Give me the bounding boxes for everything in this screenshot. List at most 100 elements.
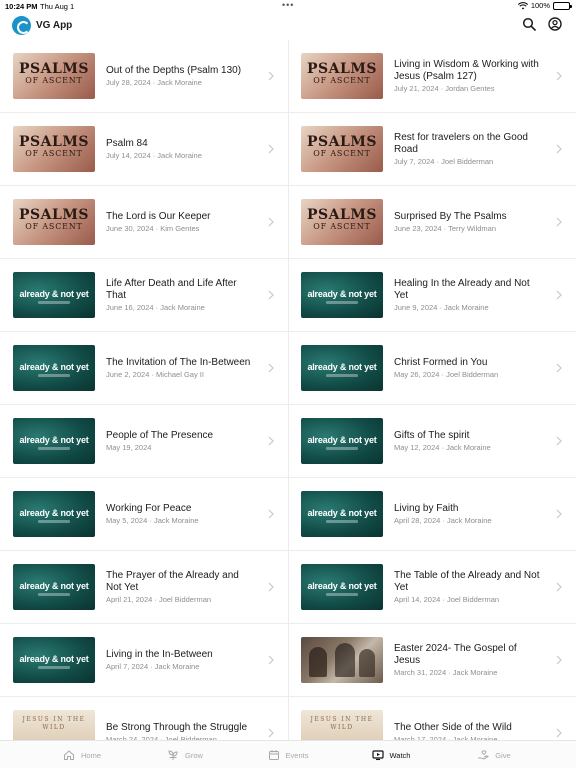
thumb-title: already & not yet xyxy=(19,581,89,591)
give-hand-icon xyxy=(478,750,490,760)
thumb-decoration xyxy=(38,593,70,596)
battery-percent: 100% xyxy=(530,1,550,10)
sermon-text: The Invitation of The In-Between June 2, … xyxy=(106,332,256,404)
sermon-card[interactable]: already & not yet Healing In the Already … xyxy=(288,259,576,332)
sermon-thumbnail: already & not yet xyxy=(301,418,383,464)
sermon-meta: April 7, 2024 · Jack Moraine xyxy=(106,661,200,671)
sermon-card[interactable]: already & not yet Working For Peace May 5,… xyxy=(0,478,288,551)
sermon-meta: June 23, 2024 · Terry Wildman xyxy=(394,223,496,233)
tab-grow[interactable]: Grow xyxy=(134,741,237,768)
tab-home[interactable]: Home xyxy=(31,741,134,768)
sermon-card[interactable]: PSALMS OF ASCENT Out of the Depths (Psalm … xyxy=(0,40,288,113)
sermon-card[interactable]: PSALMS OF ASCENT Rest for travelers on the… xyxy=(288,113,576,186)
sermon-text: The Prayer of the Already and Not Yet Apr… xyxy=(106,551,256,623)
thumb-subtitle: OF ASCENT xyxy=(313,149,371,158)
sermon-title: The Invitation of The In-Between xyxy=(106,356,251,368)
sermon-card[interactable]: JESUS IN THE WILD Be Strong Through the S… xyxy=(0,697,288,740)
search-icon[interactable] xyxy=(522,17,536,31)
multitask-dots-icon[interactable]: ••• xyxy=(282,0,294,10)
sermon-title: Psalm 84 xyxy=(106,137,148,149)
tab-watch[interactable]: Watch xyxy=(340,741,443,768)
sermon-card[interactable]: PSALMS OF ASCENT The Lord is Our Keeper Jun… xyxy=(0,186,288,259)
thumb-decoration xyxy=(326,301,358,304)
sermon-card[interactable]: already & not yet People of The Presence M… xyxy=(0,405,288,478)
sermon-text: Surprised By The Psalms June 23, 2024 · T… xyxy=(394,186,544,258)
chevron-right-icon xyxy=(268,363,274,373)
sermon-title: Easter 2024- The Gospel of Jesus xyxy=(394,642,517,666)
app-header: VG App xyxy=(0,12,576,40)
thumb-title: JESUS IN THE WILD xyxy=(310,716,374,731)
sermon-card[interactable]: already & not yet The Table of the Alread… xyxy=(288,551,576,624)
battery-icon xyxy=(553,1,572,10)
tab-label: Grow xyxy=(185,750,203,760)
sermon-meta: June 30, 2024 · Kim Gentes xyxy=(106,223,200,233)
sermon-card[interactable]: already & not yet Life After Death and Li… xyxy=(0,259,288,332)
sermon-card[interactable]: already & not yet The Invitation of The I… xyxy=(0,332,288,405)
chevron-right-icon xyxy=(268,728,274,738)
sermon-title: Life After Death and Life After That xyxy=(106,277,237,301)
thumb-title: JESUS IN THE WILD xyxy=(22,716,86,731)
sermon-text: Rest for travelers on the Good Road July … xyxy=(394,113,544,185)
chevron-right-icon xyxy=(556,436,562,446)
sermon-card[interactable]: PSALMS OF ASCENT Living in Wisdom & Workin… xyxy=(288,40,576,113)
thumb-title: already & not yet xyxy=(307,435,377,445)
sermon-title: Living by Faith xyxy=(394,502,459,514)
thumb-subtitle: OF ASCENT xyxy=(25,149,83,158)
sermon-card[interactable]: already & not yet Living by Faith April 28… xyxy=(288,478,576,551)
app-logo-icon xyxy=(12,16,31,35)
chevron-right-icon xyxy=(556,144,562,154)
thumb-subtitle: OF ASCENT xyxy=(313,222,371,231)
sermon-thumbnail: already & not yet xyxy=(13,564,95,610)
sermon-title: The Prayer of the Already and Not Yet xyxy=(106,569,239,593)
thumb-title: already & not yet xyxy=(307,362,377,372)
sermon-card[interactable]: PSALMS OF ASCENT Psalm 84 July 14, 2024 · J… xyxy=(0,113,288,186)
sermon-meta: May 5, 2024 · Jack Moraine xyxy=(106,515,199,525)
account-icon[interactable] xyxy=(548,17,562,31)
sermon-meta: May 26, 2024 · Joel Bidderman xyxy=(394,369,499,379)
watch-grid: PSALMS OF ASCENT Out of the Depths (Psalm … xyxy=(0,40,576,740)
thumb-title: PSALMS xyxy=(19,61,89,77)
tab-events[interactable]: Events xyxy=(237,741,340,768)
sermon-meta: May 12, 2024 · Jack Moraine xyxy=(394,442,491,452)
sermon-thumbnail: already & not yet xyxy=(13,272,95,318)
sermon-text: Psalm 84 July 14, 2024 · Jack Moraine xyxy=(106,113,256,185)
sermon-title: The Other Side of the Wild xyxy=(394,721,512,733)
sermon-meta: March 31, 2024 · Jack Moraine xyxy=(394,667,498,677)
sermon-text: The Table of the Already and Not Yet Apri… xyxy=(394,551,544,623)
sermon-card[interactable]: JESUS IN THE WILD The Other Side of the W… xyxy=(288,697,576,740)
sermon-text: Christ Formed in You May 26, 2024 · Joel … xyxy=(394,332,544,404)
sermon-text: Living in Wisdom & Working with Jesus (P… xyxy=(394,40,544,112)
sermon-title: The Table of the Already and Not Yet xyxy=(394,569,540,593)
sermon-title: Rest for travelers on the Good Road xyxy=(394,131,528,155)
sermon-card[interactable]: already & not yet Living in the In-Betwee… xyxy=(0,624,288,697)
sermon-thumbnail: already & not yet xyxy=(301,272,383,318)
sermon-text: Healing In the Already and Not Yet June 9… xyxy=(394,259,544,331)
sermon-title: People of The Presence xyxy=(106,429,214,441)
thumb-title: already & not yet xyxy=(307,508,377,518)
sermon-meta: June 2, 2024 · Michael Gay II xyxy=(106,369,204,379)
thumb-title: already & not yet xyxy=(307,289,377,299)
sermon-thumbnail: JESUS IN THE WILD xyxy=(301,710,383,740)
sermon-text: Gifts of The spirit May 12, 2024 · Jack M… xyxy=(394,405,544,477)
sermon-text: The Lord is Our Keeper June 30, 2024 · Ki… xyxy=(106,186,256,258)
photo-figure xyxy=(309,647,327,677)
thumb-title: already & not yet xyxy=(19,362,89,372)
chevron-right-icon xyxy=(268,290,274,300)
sermon-text: Be Strong Through the Struggle March 24, … xyxy=(106,697,256,741)
sermon-thumbnail: JESUS IN THE WILD xyxy=(13,710,95,740)
sermon-title: Christ Formed in You xyxy=(394,356,488,368)
sermon-card[interactable]: already & not yet Gifts of The spirit May … xyxy=(288,405,576,478)
thumb-decoration xyxy=(326,374,358,377)
sermon-thumbnail: already & not yet xyxy=(13,345,95,391)
wifi-icon xyxy=(517,1,528,9)
thumb-subtitle: OF ASCENT xyxy=(313,76,371,85)
sermon-thumbnail: PSALMS OF ASCENT xyxy=(13,126,95,172)
sermon-card[interactable]: PSALMS OF ASCENT Surprised By The Psalms Ju… xyxy=(288,186,576,259)
chevron-right-icon xyxy=(268,582,274,592)
sermon-card[interactable]: already & not yet The Prayer of the Alrea… xyxy=(0,551,288,624)
thumb-title: PSALMS xyxy=(307,134,377,150)
tab-label: Home xyxy=(80,750,101,760)
sermon-card[interactable]: Easter 2024- The Gospel of Jesus March 31… xyxy=(288,624,576,697)
tab-give[interactable]: Give xyxy=(443,741,546,768)
sermon-card[interactable]: already & not yet Christ Formed in You May… xyxy=(288,332,576,405)
